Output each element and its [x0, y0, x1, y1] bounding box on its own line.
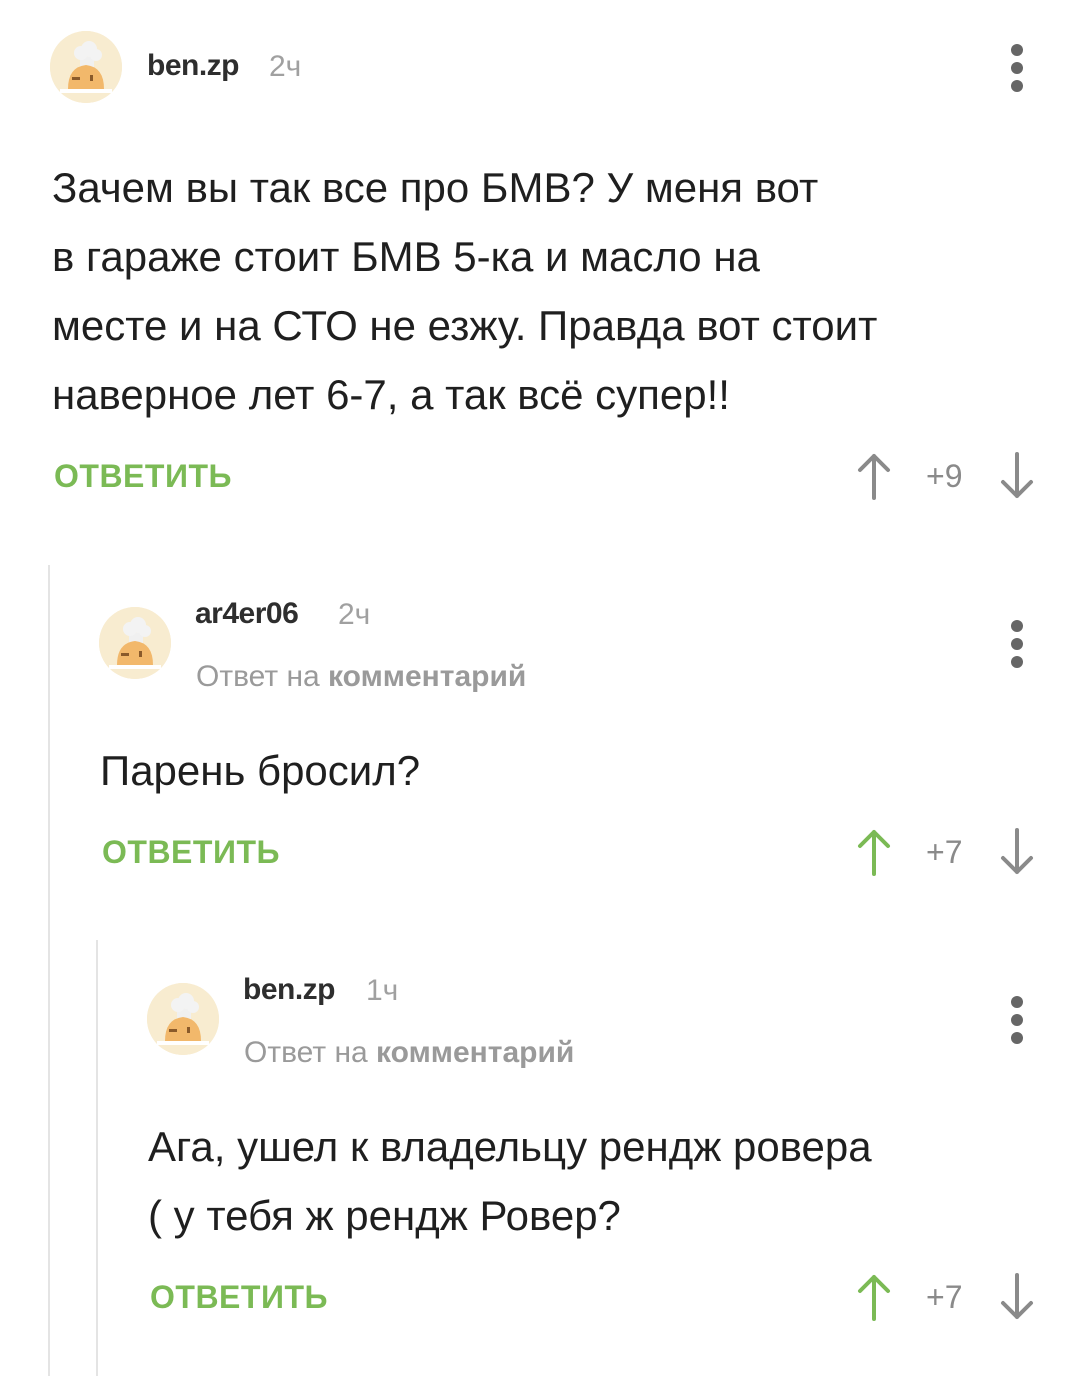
- arrow-up-icon: [858, 1275, 890, 1321]
- author-name[interactable]: ben.zp: [243, 973, 336, 1007]
- comment-text-line: Ага, ушел к владельцу рендж ровера: [148, 1123, 872, 1170]
- default-avatar-icon: [147, 983, 219, 1055]
- comment-text-line: ( у тебя ж рендж Ровер?: [148, 1192, 621, 1239]
- reply-to-prefix: Ответ на: [244, 1036, 368, 1069]
- downvote-button[interactable]: [998, 1273, 1036, 1321]
- vertical-dots-icon: [1011, 996, 1023, 1008]
- comment-text: Ага, ушел к владельцу рендж ровера ( у т…: [148, 1112, 1048, 1250]
- reply-to-label: Ответ на комментарий: [244, 1036, 574, 1070]
- comment-menu-button[interactable]: [1002, 994, 1032, 1046]
- arrow-down-icon: [1001, 1273, 1033, 1319]
- comment-3: ben.zp 1ч Ответ на комментарий Ага, ушел…: [0, 0, 1080, 1376]
- comment-rating: +7: [926, 1279, 963, 1315]
- upvote-button[interactable]: [855, 1273, 893, 1321]
- reply-button[interactable]: ОТВЕТИТЬ: [150, 1279, 328, 1316]
- reply-to-link[interactable]: комментарий: [376, 1036, 574, 1069]
- comment-time: 1ч: [366, 974, 399, 1007]
- avatar[interactable]: [147, 983, 219, 1055]
